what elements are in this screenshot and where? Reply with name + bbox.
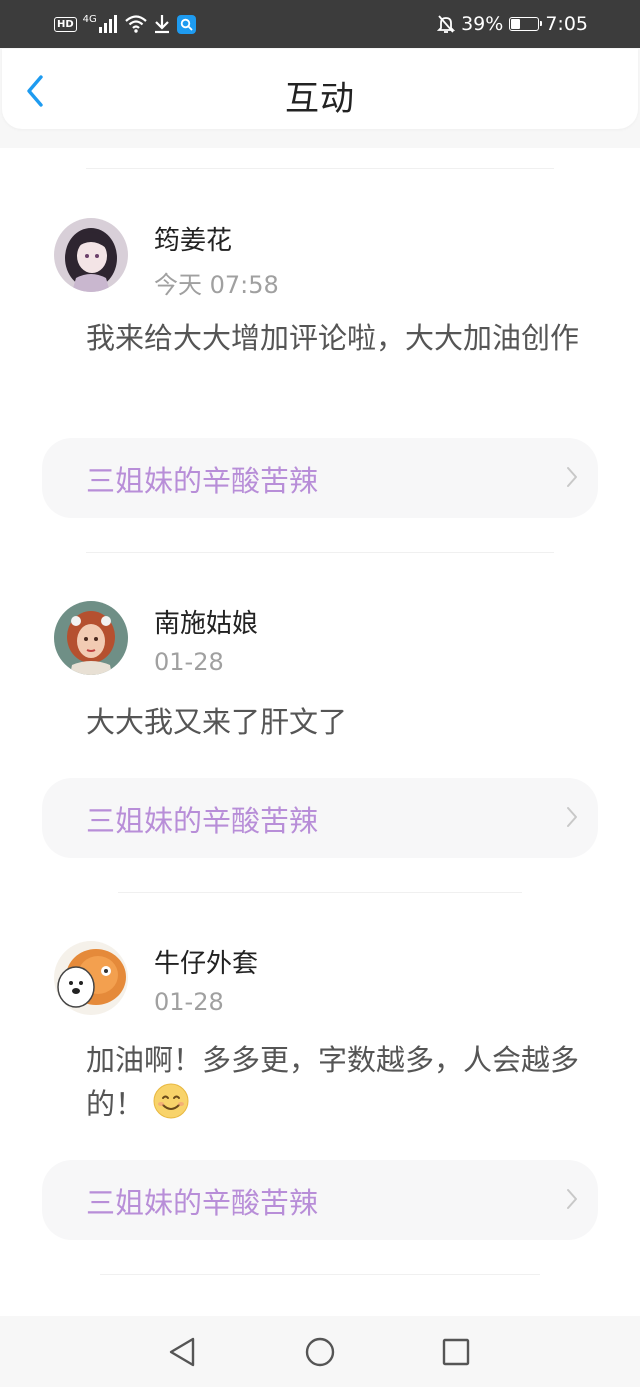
comment-text: 加油啊！多多更，字数越多，人会越多的！ (86, 1038, 586, 1126)
comment-text: 大大我又来了肝文了 (86, 705, 348, 739)
chevron-right-icon (567, 807, 577, 827)
timestamp: 01-28 (154, 988, 224, 1016)
book-title: 三姐妹的辛酸苦辣 (86, 464, 319, 498)
username[interactable]: 南施姑娘 (154, 603, 258, 640)
circle-home-icon (305, 1337, 335, 1367)
bell-muted-icon (437, 15, 456, 33)
status-bar-right: 39% 7:05 (437, 12, 588, 36)
hd-badge: HD (54, 16, 77, 32)
download-icon (154, 15, 169, 34)
avatar[interactable] (54, 601, 128, 675)
username[interactable]: 筠姜花 (154, 220, 232, 257)
book-title: 三姐妹的辛酸苦辣 (86, 1186, 319, 1220)
divider (100, 1274, 540, 1275)
comment-text: 我来给大大增加评论啦，大大加油创作 (86, 321, 580, 355)
status-bar-left: HD 4G (54, 12, 196, 36)
book-link[interactable]: 三姐妹的辛酸苦辣 (42, 778, 598, 858)
book-link[interactable]: 三姐妹的辛酸苦辣 (42, 1160, 598, 1240)
header: 互动 (2, 49, 638, 129)
avatar[interactable] (54, 218, 128, 292)
battery-percent: 39% (461, 13, 504, 35)
network-type: 4G (82, 13, 97, 25)
signal-icon (98, 15, 117, 33)
avatar[interactable] (54, 941, 128, 1015)
comment-item: 筠姜花 今天 07:58 我来给大大增加评论啦，大大加油创作 三姐妹的辛酸苦辣 (0, 148, 640, 548)
search-app-icon (176, 14, 196, 34)
book-title: 三姐妹的辛酸苦辣 (86, 804, 319, 838)
status-time: 7:05 (545, 13, 588, 35)
smile-emoji-icon (153, 1083, 189, 1119)
page-title: 互动 (285, 79, 355, 119)
battery-icon (509, 17, 543, 31)
chevron-right-icon (567, 467, 577, 487)
comment-item: 南施姑娘 01-28 大大我又来了肝文了 三姐妹的辛酸苦辣 (0, 528, 640, 888)
nav-home-button[interactable] (302, 1334, 338, 1370)
book-link[interactable]: 三姐妹的辛酸苦辣 (42, 438, 598, 518)
battery-level (511, 19, 521, 29)
username[interactable]: 牛仔外套 (154, 943, 258, 980)
timestamp: 今天 07:58 (154, 271, 279, 299)
nav-back-button[interactable] (164, 1334, 200, 1370)
timestamp: 01-28 (154, 648, 224, 676)
square-recents-icon (442, 1338, 470, 1366)
system-nav-bar (0, 1316, 640, 1387)
nav-recents-button[interactable] (438, 1334, 474, 1370)
triangle-back-icon (169, 1337, 195, 1367)
chevron-right-icon (567, 1189, 577, 1209)
wifi-icon (125, 15, 147, 33)
status-bar: HD 4G 39% 7:05 (0, 0, 640, 48)
comment-list[interactable]: 筠姜花 今天 07:58 我来给大大增加评论啦，大大加油创作 三姐妹的辛酸苦辣 (0, 148, 640, 1316)
comment-item: 牛仔外套 01-28 加油啊！多多更，字数越多，人会越多的！ 三姐妹的辛酸苦辣 (0, 868, 640, 1268)
